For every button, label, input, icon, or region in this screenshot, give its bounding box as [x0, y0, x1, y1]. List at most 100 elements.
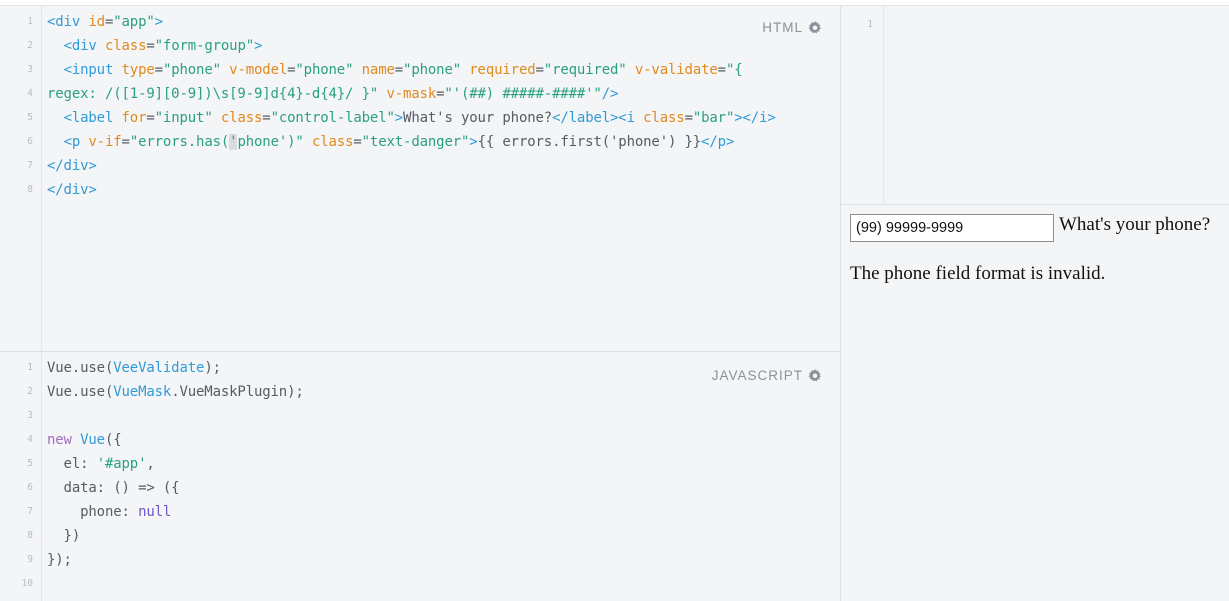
code-line[interactable]: el: '#app', — [47, 452, 155, 476]
code-line[interactable]: }); — [47, 548, 72, 572]
code-token: Vue.use( — [47, 360, 114, 376]
line-number: 10 — [21, 578, 33, 589]
code-token: v-model — [229, 62, 288, 78]
code-token: </label><i — [552, 110, 635, 126]
code-line[interactable]: regex: /([1-9][0-9])\s[9-9]d{4}-d{4}/ }"… — [47, 82, 618, 106]
code-token: = — [684, 110, 693, 126]
code-token: </p> — [701, 134, 735, 150]
code-line[interactable]: Vue.use(VeeValidate); — [47, 356, 221, 380]
code-token: "phone" — [403, 62, 461, 78]
code-token: '#app' — [96, 456, 147, 472]
js-pane-label: JAVASCRIPT — [711, 368, 803, 383]
code-token: class — [220, 110, 263, 126]
code-token: "input" — [154, 110, 213, 126]
code-token: phone')" — [237, 134, 304, 150]
phone-label: What's your phone? — [1059, 214, 1211, 235]
line-number: 4 — [27, 88, 33, 99]
code-token: class — [311, 134, 354, 150]
code-token: = — [121, 134, 130, 150]
line-number: 3 — [27, 64, 33, 75]
code-token: "control-label" — [270, 110, 395, 126]
code-token: new — [47, 432, 72, 448]
code-token: }); — [47, 552, 72, 568]
code-token: "phone" — [162, 62, 221, 78]
code-token: required — [469, 62, 536, 78]
code-line[interactable]: }) — [47, 524, 81, 548]
code-token: class — [104, 38, 147, 54]
code-token: <div — [63, 38, 97, 54]
line-number: 8 — [27, 530, 33, 541]
code-token: {{ errors.first('phone') }} — [477, 134, 702, 150]
line-number-gutter: 1 2 3 4 5 6 7 8 — [0, 6, 42, 351]
code-token: phone: — [47, 504, 139, 520]
code-token: type — [121, 62, 155, 78]
code-line[interactable]: </div> — [47, 154, 97, 178]
gear-icon[interactable] — [808, 368, 822, 383]
html-pane-label: HTML — [762, 20, 803, 35]
code-token: Vue — [80, 432, 105, 448]
javascript-editor-pane[interactable]: 1 2 3 4 5 6 7 8 9 10 JAVASCRIPT Vue.use(VeeValida… — [0, 352, 840, 601]
line-number: 3 — [27, 410, 33, 421]
code-token: <label — [63, 110, 114, 126]
html-editor-pane[interactable]: 12345678 HTML <div id="app"> <div class=… — [0, 6, 840, 351]
html-pane-settings[interactable]: HTML — [762, 20, 822, 35]
code-token: = — [146, 110, 155, 126]
code-line[interactable]: <input type="phone" v-model="phone" name… — [47, 58, 743, 82]
code-token: = — [146, 38, 155, 54]
code-token: ); — [204, 360, 221, 376]
code-line[interactable]: <label for="input" class="control-label"… — [47, 106, 776, 130]
code-token: > — [394, 110, 404, 126]
code-token: What's your phone? — [403, 110, 553, 126]
code-token: <input — [63, 62, 114, 78]
code-token: </div> — [47, 158, 97, 174]
code-token: "app" — [113, 14, 155, 30]
line-number: 7 — [27, 160, 33, 171]
code-line[interactable]: <p v-if="errors.has('phone')" class="tex… — [47, 130, 734, 154]
code-token: "'(##) #####-####'" — [444, 86, 602, 102]
line-number: 5 — [27, 458, 33, 469]
code-line[interactable]: Vue.use(VueMask.VueMaskPlugin); — [47, 380, 304, 404]
code-token: regex: /([1-9][0-9])\s[9-9]d{4}-d{4}/ }" — [47, 86, 379, 102]
code-token: .VueMaskPlugin); — [171, 384, 304, 400]
code-line[interactable]: new Vue({ — [47, 428, 122, 452]
code-token: /> — [601, 86, 619, 102]
code-token: Vue.use( — [47, 384, 114, 400]
phone-input[interactable] — [850, 214, 1054, 242]
code-token: ></i> — [734, 110, 776, 126]
code-token: > — [154, 14, 163, 30]
code-token: = — [535, 62, 544, 78]
gear-icon[interactable] — [808, 20, 822, 35]
code-token: }) — [47, 528, 81, 544]
code-line[interactable]: </div> — [47, 178, 97, 202]
code-token: "bar" — [692, 110, 735, 126]
code-token: <div — [47, 14, 81, 30]
line-number: 4 — [27, 434, 33, 445]
js-pane-settings[interactable]: JAVASCRIPT — [712, 368, 822, 383]
line-number: 6 — [27, 482, 33, 493]
code-token: , — [146, 456, 155, 472]
code-token: VueMask — [113, 384, 172, 400]
code-token: "text-danger" — [361, 134, 470, 150]
code-token: "required" — [543, 62, 627, 78]
code-token: el: — [47, 456, 97, 472]
code-token: "{ — [725, 62, 743, 78]
code-line[interactable]: data: () => ({ — [47, 476, 180, 500]
code-line[interactable]: <div id="app"> — [47, 10, 163, 34]
code-line[interactable]: phone: null — [47, 500, 171, 524]
code-token: VeeValidate — [113, 360, 205, 376]
code-token: > — [469, 134, 478, 150]
line-number: 1 — [27, 16, 33, 27]
console-editor[interactable]: 1 — [841, 6, 1229, 205]
code-line[interactable]: <div class="form-group"> — [47, 34, 263, 58]
code-token: = — [394, 62, 404, 78]
